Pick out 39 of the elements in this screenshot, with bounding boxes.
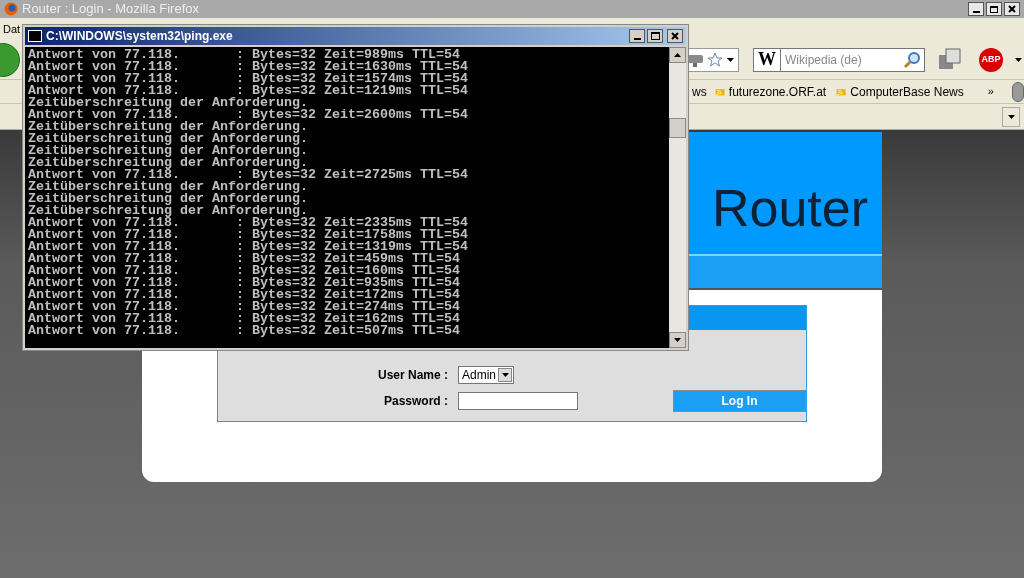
user-name-label: User Name : xyxy=(376,367,448,384)
dropdown-arrow-icon[interactable] xyxy=(1015,57,1022,62)
maximize-button[interactable] xyxy=(647,29,663,43)
dropdown-arrow-icon[interactable] xyxy=(727,57,734,62)
dropdown-arrow-icon xyxy=(1007,114,1015,119)
minimize-button[interactable] xyxy=(629,29,645,43)
tab-list-button[interactable] xyxy=(1002,106,1020,127)
close-icon xyxy=(1008,5,1016,13)
scroll-up-button[interactable] xyxy=(669,47,686,63)
search-engine-button[interactable]: W xyxy=(753,47,781,72)
menu-item[interactable]: Dat xyxy=(3,20,21,38)
console-output: Antwort von 77.118. : Bytes=32 Zeit=989ms TTL=54 Antwort von 77.118. : Bytes=32 Zeit=1630ms TTL=54 Antwort von 77.118. : Bytes=32 Zeit=1574ms TTL=54 Antwort von 77.118. : Bytes=32 Zeit=1219ms TTL=54 Zeitüberschreitung der Anforderung. Antwort von 77.118. : Bytes=32 Zeit=2600ms TTL=54 Zeitüberschreitung der Anforderung. Zeitüberschreitung der Anforderung. Zeitüberschreitung der Anforderung. Zeitüberschreitung der Anforderung. Antwort von 77.118. : Bytes=32 Zeit=2725ms TTL=54 Zeitüberschreitung der Anforderung. Zeitüberschreitung der Anforderung. Zeitüberschreitung der Anforderung. Antwort von 77.118. : Bytes=32 Zeit=2335ms TTL=54 Antwort von 77.118. : Bytes=32 Zeit=1758ms TTL=54 Antwort von 77.118. : Bytes=32 Zeit=1319ms TTL=54 Antwort von 77.118. : Bytes=32 Zeit=459ms TTL=54 Antwort von 77.118. : Bytes=32 Zeit=160ms TTL=54 Antwort von 77.118. : Bytes=32 Zeit=935ms TTL=54 Antwort von 77.118. : Bytes=32 Zeit=172ms TTL=54 Antwort von 77.118. : Bytes=32 Zeit=274ms TTL=54 Antwort von 77.118. : Bytes=32 Zeit=162ms TTL=54 Antwort von 77.118. : Bytes=32 Zeit=507ms TTL=54 xyxy=(25,47,669,348)
password-label: Password : xyxy=(382,393,448,410)
password-field[interactable] xyxy=(458,392,578,410)
scrollbar[interactable] xyxy=(669,47,686,348)
firefox-logo-icon xyxy=(4,2,18,16)
adblock-button[interactable]: ABP xyxy=(979,47,1003,72)
window-title: Router : Login - Mozilla Firefox xyxy=(22,0,199,19)
close-icon xyxy=(671,32,679,40)
close-button[interactable] xyxy=(1004,2,1020,16)
bookmark-link[interactable]: ws xyxy=(692,82,707,101)
dropdown-arrow-icon xyxy=(501,373,509,377)
minimize-button[interactable] xyxy=(968,2,984,16)
up-arrow-icon xyxy=(674,53,681,57)
scroll-thumb[interactable] xyxy=(669,117,686,138)
user-name-select[interactable]: Admin xyxy=(458,366,514,384)
down-arrow-icon xyxy=(674,338,681,342)
console-title: C:\WINDOWS\system32\ping.exe xyxy=(46,28,233,45)
router-heading: Router xyxy=(711,178,868,239)
console-app-icon xyxy=(28,30,42,42)
bookmarks-overflow-button[interactable]: » xyxy=(987,83,994,100)
search-field[interactable]: Wikipedia (de) xyxy=(781,47,899,72)
scroll-down-button[interactable] xyxy=(669,332,686,348)
bookmark-link[interactable]: ComputerBase News xyxy=(850,82,964,101)
dropdown-arrow-button[interactable] xyxy=(498,368,512,382)
close-button[interactable] xyxy=(667,29,683,43)
maximize-button[interactable] xyxy=(986,2,1002,16)
star-icon[interactable] xyxy=(707,51,723,68)
bookmark-link[interactable]: futurezone.ORF.at xyxy=(728,82,827,101)
